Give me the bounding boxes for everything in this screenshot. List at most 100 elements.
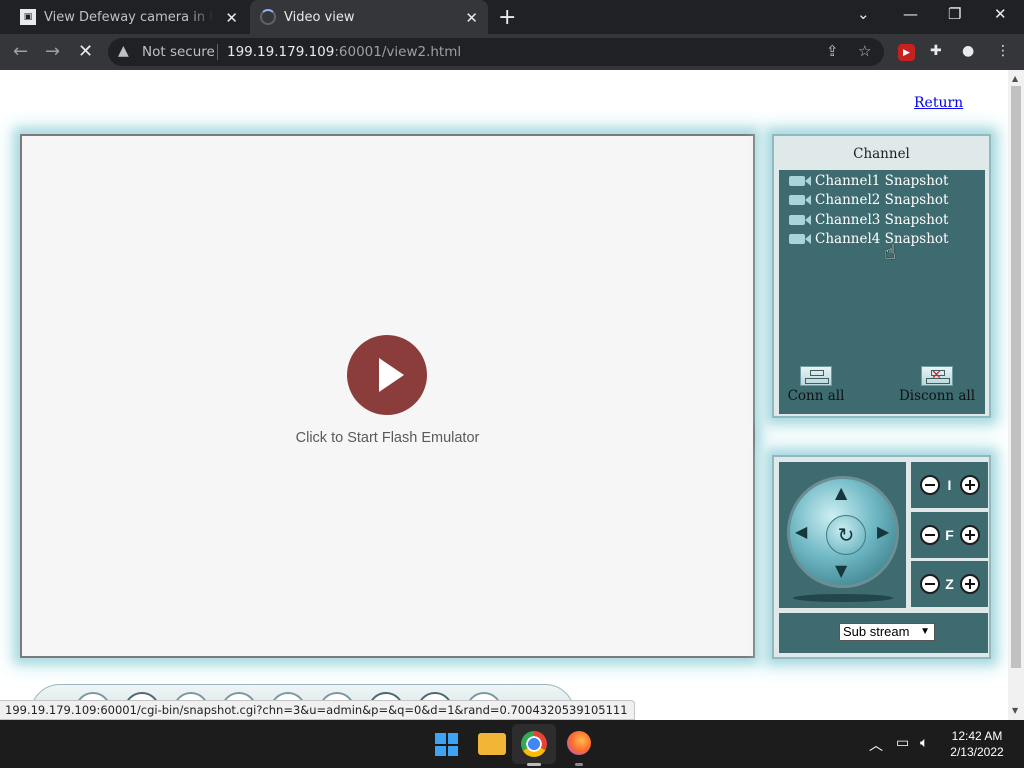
warning-triangle-icon[interactable]: ▲ [118,43,129,59]
stop-loading-icon[interactable]: ✕ [78,41,93,62]
camera-icon [789,175,811,186]
ptz-shadow [793,594,893,602]
return-link[interactable]: Return [914,95,963,111]
windows-taskbar: ︿ ▭ 🔈︎ 12:42 AM 2/13/2022 [0,720,1024,768]
zoom-plus-button[interactable] [959,574,980,594]
network-icon[interactable]: ▭ [896,735,909,751]
pan-left-arrow-icon[interactable]: ◀ [795,522,807,541]
iris-control: I [911,462,988,508]
flash-emulator-prompt[interactable]: Click to Start Flash Emulator [22,430,753,446]
new-tab-icon[interactable]: + [498,5,516,30]
channel-list: Channel1 Snapshot Channel2 Snapshot Chan… [779,170,985,414]
active-indicator [527,763,541,766]
ptz-direction-pad[interactable]: ▲ ▼ ◀ ▶ ↻ [787,476,899,588]
bookmark-star-icon[interactable]: ☆ [858,42,871,60]
extensions-puzzle-icon[interactable]: ✚ [930,43,942,59]
vertical-scrollbar[interactable]: ▲ ▼ [1008,70,1024,720]
file-explorer-icon[interactable] [478,733,506,755]
channel-label: Channel1 Snapshot [815,172,949,189]
forward-arrow-icon[interactable]: → [45,41,60,62]
stream-area: Sub stream ▼ [779,613,988,653]
ptz-joystick-area: ▲ ▼ ◀ ▶ ↻ [779,462,906,608]
channel-panel: Channel Channel1 Snapshot Channel2 Snaps… [772,134,991,418]
close-tab-icon[interactable]: ✕ [465,9,478,27]
channel-panel-title: Channel [853,146,910,162]
disconn-all-button[interactable]: ✕ Disconn all [897,366,977,404]
video-player[interactable]: Click to Start Flash Emulator [20,134,755,658]
menu-kebab-icon[interactable]: ⋮ [996,43,1010,59]
channel-item-3[interactable]: Channel3 Snapshot [789,210,948,229]
close-tab-icon[interactable]: ✕ [225,9,238,27]
conn-all-button[interactable]: Conn all [776,366,856,404]
pan-right-arrow-icon[interactable]: ▶ [877,522,889,541]
zoom-minus-button[interactable] [919,574,940,594]
tab-title: View Defeway camera in United S [44,9,214,25]
browser-tab-bar: ▣ View Defeway camera in United S ✕ Vide… [0,0,1024,34]
chevron-down-icon: ▼ [920,626,930,637]
zoom-label: Z [945,576,954,592]
play-button[interactable] [347,335,427,415]
volume-icon[interactable]: 🔈︎ [920,735,928,751]
close-window-icon[interactable]: ✕ [994,5,1007,23]
focus-minus-button[interactable] [919,525,940,545]
link-status-bubble: 199.19.179.109:60001/cgi-bin/snapshot.cg… [0,700,635,720]
focus-plus-button[interactable] [959,525,980,545]
scroll-down-arrow-icon[interactable]: ▼ [1012,706,1018,715]
divider [217,44,218,60]
conn-all-label: Conn all [787,388,845,404]
loading-spinner-icon [260,9,276,25]
extension-red-icon[interactable]: ▶ [898,44,915,61]
channel-label: Channel2 Snapshot [815,191,949,208]
restore-icon[interactable]: ❐ [948,5,961,23]
focus-label: F [945,527,954,543]
network-connect-icon [800,366,832,386]
hand-pointer-icon: ☝ [884,240,897,264]
stream-select[interactable]: Sub stream ▼ [839,623,935,641]
url-host: 199.19.179.109 [227,44,335,60]
profile-avatar-icon[interactable]: ● [962,43,974,59]
tab-defeway-camera[interactable]: ▣ View Defeway camera in United S ✕ [8,0,248,34]
page-content: Return Click to Start Flash Emulator Cha… [0,70,1008,720]
pan-down-arrow-icon[interactable]: ▼ [835,561,847,580]
chrome-icon[interactable] [521,731,547,757]
windows-start-icon[interactable] [435,733,458,756]
firefox-icon[interactable] [567,731,591,755]
disconn-all-label: Disconn all [898,388,976,404]
camera-icon [789,233,811,244]
iris-minus-button[interactable] [919,475,940,495]
channel-label: Channel3 Snapshot [815,211,949,228]
iris-label: I [947,477,952,493]
channel-item-1[interactable]: Channel1 Snapshot [789,171,948,190]
clock-time: 12:42 AM [951,729,1003,743]
tab-title: Video view [284,9,355,25]
ptz-auto-rotate-icon[interactable]: ↻ [826,515,866,555]
tray-chevron-up-icon[interactable]: ︿ [869,735,883,755]
url-path: :60001/view2.html [334,44,462,60]
channel-item-2[interactable]: Channel2 Snapshot [789,190,948,209]
channel-item-4[interactable]: Channel4 Snapshot [789,229,948,248]
address-bar[interactable]: ▲ Not secure 199.19.179.109:60001/view2.… [108,38,884,66]
network-disconnect-icon: ✕ [921,366,953,386]
pan-up-arrow-icon[interactable]: ▲ [835,483,847,502]
site-favicon-icon: ▣ [20,9,36,25]
tab-search-chevron-icon[interactable]: ⌄ [857,5,870,23]
tab-video-view[interactable]: Video view ✕ [250,0,488,34]
camera-icon [789,214,811,225]
share-icon[interactable]: ⇪ [826,42,839,60]
clock-date: 2/13/2022 [950,745,1004,759]
scrollbar-thumb[interactable] [1011,86,1021,668]
iris-plus-button[interactable] [959,475,980,495]
focus-control: F [911,512,988,558]
zoom-control: Z [911,561,988,607]
running-indicator [575,763,583,766]
browser-toolbar: ← → ✕ ▲ Not secure 199.19.179.109:60001/… [0,34,1024,70]
stream-selected-value: Sub stream [843,624,910,639]
camera-icon [789,194,811,205]
url-text[interactable]: 199.19.179.109:60001/view2.html [227,44,461,60]
minimize-icon[interactable]: — [903,5,918,23]
scroll-up-arrow-icon[interactable]: ▲ [1012,74,1018,83]
taskbar-clock[interactable]: 12:42 AM 2/13/2022 [946,728,1008,760]
security-label[interactable]: Not secure [142,44,215,60]
channel-label: Channel4 Snapshot [815,230,949,247]
back-arrow-icon[interactable]: ← [13,41,28,62]
